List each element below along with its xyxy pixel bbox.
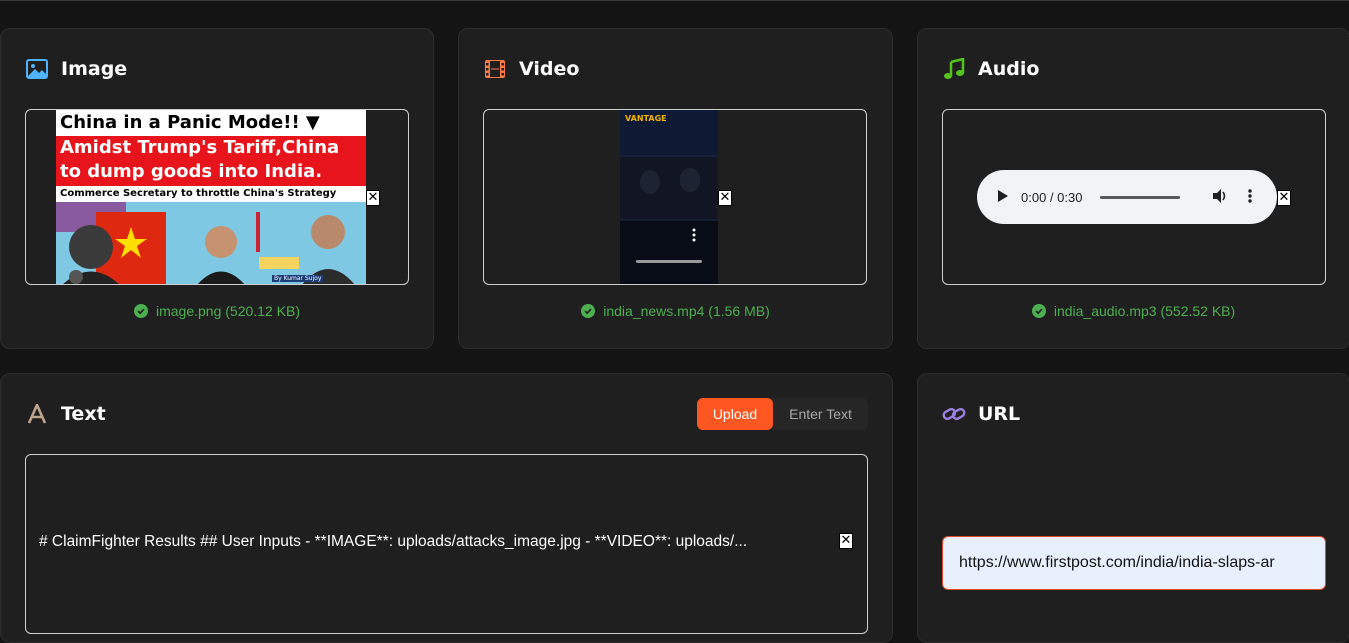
enter-text-tab[interactable]: Enter Text [773,398,868,430]
text-title-label: Text [61,403,106,425]
audio-file-status: india_audio.mp3 (552.52 KB) [918,303,1349,319]
text-file-preview[interactable]: # ClaimFighter Results ## User Inputs - … [25,454,868,634]
thumbnail-line2: Amidst Trump's Tariff,China [60,137,340,158]
remove-video-button[interactable]: ✕ [718,190,732,206]
volume-icon[interactable] [1212,188,1228,207]
remove-audio-button[interactable]: ✕ [1277,190,1291,206]
check-circle-icon [581,304,596,318]
image-thumbnail: China in a Panic Mode!! ▼ Amidst Trump's… [56,110,366,284]
thumbnail-red-banner: Amidst Trump's Tariff,China to dump good… [56,136,366,186]
image-file-status: image.png (520.12 KB) [1,303,433,319]
text-card: Text Upload Enter Text # ClaimFighter Re… [0,373,893,643]
top-divider [0,0,1349,1]
check-circle-icon [134,304,148,318]
text-mode-toggle: Upload Enter Text [697,398,868,430]
video-file-status: india_news.mp4 (1.56 MB) [459,303,892,319]
video-player[interactable]: VANTAGE [620,110,718,284]
url-title-label: URL [978,403,1021,425]
check-circle-icon [1031,304,1046,318]
audio-card: Audio 0:00 / 0:30 ✕ india_audio.mp3 (552… [917,28,1349,349]
audio-title-label: Audio [978,58,1040,80]
url-input[interactable]: https://www.firstpost.com/india/india-sl… [942,536,1326,590]
audio-file-name: india_audio.mp3 (552.52 KB) [1053,303,1236,319]
audio-time: 0:00 / 0:30 [1021,189,1083,205]
video-title-label: Video [519,58,580,80]
remove-image-button[interactable]: ✕ [366,190,380,206]
video-brand: VANTAGE [625,114,667,123]
image-title-label: Image [61,58,128,80]
video-card: Video VANTAGE ✕ india_news.mp4 (1.56 MB) [458,28,893,349]
image-card: Image China in a Panic Mode!! ▼ Amidst T… [0,28,434,349]
image-preview[interactable]: China in a Panic Mode!! ▼ Amidst Trump's… [25,109,409,285]
music-note-icon [942,57,966,81]
audio-card-title: Audio [942,57,1039,81]
film-icon [483,57,507,81]
play-icon[interactable] [997,189,1009,206]
text-card-title: Text [25,402,106,426]
video-card-title: Video [483,57,579,81]
audio-preview: 0:00 / 0:30 ✕ [942,109,1326,285]
text-file-content: # ClaimFighter Results ## User Inputs - … [39,533,748,550]
upload-tab[interactable]: Upload [697,398,773,430]
thumbnail-byline: By Kumar Sujoy [272,275,324,282]
image-icon [25,57,49,81]
url-card-title: URL [942,402,1020,426]
thumbnail-scene [56,202,366,284]
thumbnail-subline: Commerce Secretary to throttle China's S… [56,186,366,202]
link-icon [942,402,966,426]
thumbnail-headline: China in a Panic Mode!! ▼ [56,112,366,136]
audio-player[interactable]: 0:00 / 0:30 [977,170,1277,224]
audio-seek-bar[interactable] [1100,195,1181,199]
thumbnail-line3: to dump goods into India. [60,161,323,182]
video-file-name: india_news.mp4 (1.56 MB) [603,303,770,319]
url-card: URL https://www.firstpost.com/india/indi… [917,373,1349,643]
more-options-icon[interactable] [1248,188,1253,207]
image-card-title: Image [25,57,127,81]
remove-text-button[interactable]: ✕ [839,533,853,549]
font-icon [25,402,49,426]
image-file-name: image.png (520.12 KB) [156,303,300,319]
video-preview[interactable]: VANTAGE ✕ [483,109,867,285]
